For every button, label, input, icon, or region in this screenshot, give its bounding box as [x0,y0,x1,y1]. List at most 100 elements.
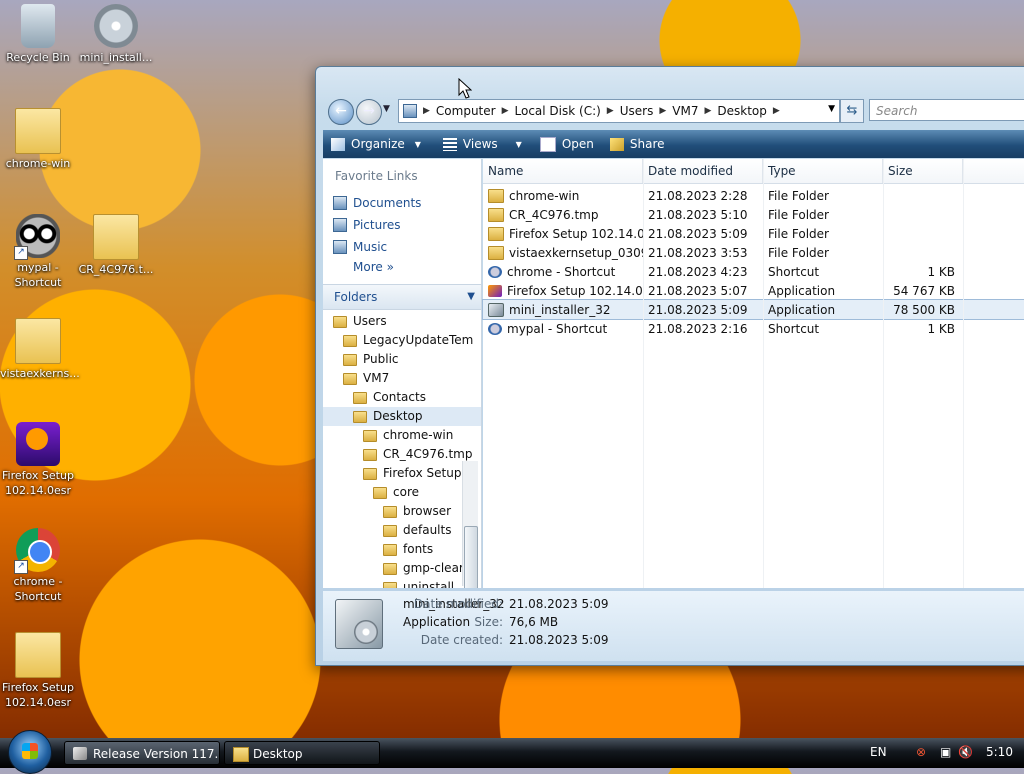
breadcrumb-computer[interactable]: Computer [430,104,502,118]
chrome-icon: ↗ [14,528,60,574]
column-type[interactable]: Type [763,159,883,183]
search-input[interactable]: Search [869,99,1024,121]
tree-item[interactable]: browser [323,502,481,521]
tree-item[interactable]: uninstall [323,578,481,588]
recent-pages-dropdown[interactable]: ▼ [383,104,390,114]
address-dropdown-icon[interactable]: ▼ [828,104,835,114]
folder-icon [363,429,377,442]
desktop-icon-label: Firefox Setup 102.14.0esr [2,469,74,497]
folder-icon [488,188,504,203]
shortcut-icon [488,265,502,278]
column-date-modified[interactable]: Date modified [643,159,763,183]
breadcrumb-users[interactable]: Users [614,104,660,118]
column-divider [643,159,644,588]
column-name[interactable]: Name [483,159,643,183]
file-row[interactable]: chrome - Shortcut 21.08.2023 4:23 Shortcut… [483,262,1024,281]
open-label: Open [561,137,594,151]
taskbar-button-release-version[interactable]: Release Version 117.... [64,741,220,765]
tree-item[interactable]: chrome-win [323,426,481,445]
details-size: 76,6 MB [509,615,559,629]
favorite-link-music[interactable]: Music [323,233,481,255]
file-type: Shortcut [768,321,820,336]
desktop-icon-mini-installer[interactable]: mini_install... [78,4,154,65]
views-button[interactable]: Views ▼ [435,137,530,151]
details-date-modified-label: Date modified: [413,597,503,611]
desktop-icon-vistaexkern[interactable]: vistaexkerns... [0,318,80,381]
address-bar[interactable]: ▶ Computer ▶ Local Disk (C:) ▶ Users ▶ V… [398,99,840,123]
desktop-icon-firefox-setup-app[interactable]: Firefox Setup 102.14.0esr [0,422,76,498]
file-row[interactable]: vistaexkernsetup_0309... 21.08.2023 3:53 F… [483,243,1024,262]
breadcrumb-desktop[interactable]: Desktop [711,104,773,118]
favorite-link-documents[interactable]: Documents [323,189,481,211]
shortcut-icon [488,322,502,335]
tree-scrollbar-thumb[interactable] [464,526,478,588]
desktop-icon-cr-tmp[interactable]: CR_4C976.t... [78,214,154,277]
language-indicator[interactable]: EN [870,745,887,759]
breadcrumb-vm7[interactable]: VM7 [666,104,704,118]
file-date: 21.08.2023 4:23 [648,264,748,279]
tree-item[interactable]: Public [323,350,481,369]
file-type: File Folder [768,188,829,203]
folders-title: Folders [334,290,378,304]
shortcut-arrow-icon: ↗ [14,246,28,260]
tree-item[interactable]: LegacyUpdateTem [323,331,481,350]
taskbar-button-desktop[interactable]: Desktop [224,741,380,765]
chevron-right-icon: ▶ [659,106,667,116]
folder-icon [343,334,357,347]
tree-item[interactable]: Users [323,312,481,331]
chevron-right-icon: ▶ [772,106,780,116]
mouse-cursor-icon [458,78,472,99]
network-icon[interactable]: ▣ [940,745,951,759]
tree-item[interactable]: fonts [323,540,481,559]
tree-item[interactable]: CR_4C976.tmp [323,445,481,464]
share-label: Share [629,137,665,151]
file-row[interactable]: mini_installer_32 21.08.2023 5:09 Applicat… [482,299,1024,320]
file-row[interactable]: mypal - Shortcut 21.08.2023 2:16 Shortcut 1… [483,319,1024,338]
folders-header[interactable]: Folders ▼ [323,284,481,310]
refresh-button[interactable]: ⇆ [840,99,864,123]
desktop-icon-chrome-shortcut[interactable]: ↗ chrome - Shortcut [0,528,76,604]
share-button[interactable]: Share [602,137,673,151]
favorite-link-pictures[interactable]: Pictures [323,211,481,233]
organize-button[interactable]: Organize ▼ [323,137,429,151]
share-icon [609,137,624,151]
file-row[interactable]: Firefox Setup 102.14.0esr 21.08.2023 5:07… [483,281,1024,300]
file-row[interactable]: Firefox Setup 102.14.0esr 21.08.2023 5:09… [483,224,1024,243]
details-date-created-label: Date created: [420,633,503,647]
forward-button[interactable]: → [356,99,382,125]
recycle-bin-icon [21,4,55,48]
file-row[interactable]: CR_4C976.tmp 21.08.2023 5:10 File Folder [483,205,1024,224]
system-tray: EN ⊗ ▣ 🔇 5:10 [864,738,1024,768]
tree-item[interactable]: Firefox Setup 1 [323,464,481,483]
tree-item[interactable]: Contacts [323,388,481,407]
desktop-icon-mypal-shortcut[interactable]: ↗ mypal - Shortcut [0,214,76,290]
file-name-cell: Firefox Setup 102.14.0esr [483,226,643,241]
open-icon [539,136,556,152]
folder-icon [353,391,367,404]
tree-item[interactable]: gmp-clearl [323,559,481,578]
back-button[interactable]: ← [328,99,354,125]
more-links-button[interactable]: More » [323,255,481,274]
firefox-setup-icon [16,422,60,466]
views-label: Views [462,137,498,151]
start-button[interactable] [8,730,52,774]
security-alert-icon[interactable]: ⊗ [916,745,926,759]
open-button[interactable]: Open [532,136,602,152]
tree-item-label: defaults [403,523,452,537]
file-size: 1 KB [927,321,955,336]
tree-item[interactable]: Desktop [323,407,481,426]
column-size[interactable]: Size [883,159,963,183]
file-row[interactable]: chrome-win 21.08.2023 2:28 File Folder [483,186,1024,205]
tree-item[interactable]: defaults [323,521,481,540]
tree-item[interactable]: VM7 [323,369,481,388]
tree-scrollbar[interactable] [462,461,478,588]
clock[interactable]: 5:10 [986,745,1013,759]
volume-muted-icon[interactable]: 🔇 [958,745,973,759]
tree-item[interactable]: core [323,483,481,502]
desktop-icon-recycle-bin[interactable]: Recycle Bin [0,4,76,65]
file-list: Name Date modified Type Size chrome-win 2… [482,159,1024,588]
desktop-icon-label: Firefox Setup 102.14.0esr [2,681,74,709]
desktop-icon-firefox-setup-folder[interactable]: Firefox Setup 102.14.0esr [0,632,76,710]
breadcrumb-local-disk[interactable]: Local Disk (C:) [509,104,607,118]
desktop-icon-chrome-win[interactable]: chrome-win [0,108,76,171]
